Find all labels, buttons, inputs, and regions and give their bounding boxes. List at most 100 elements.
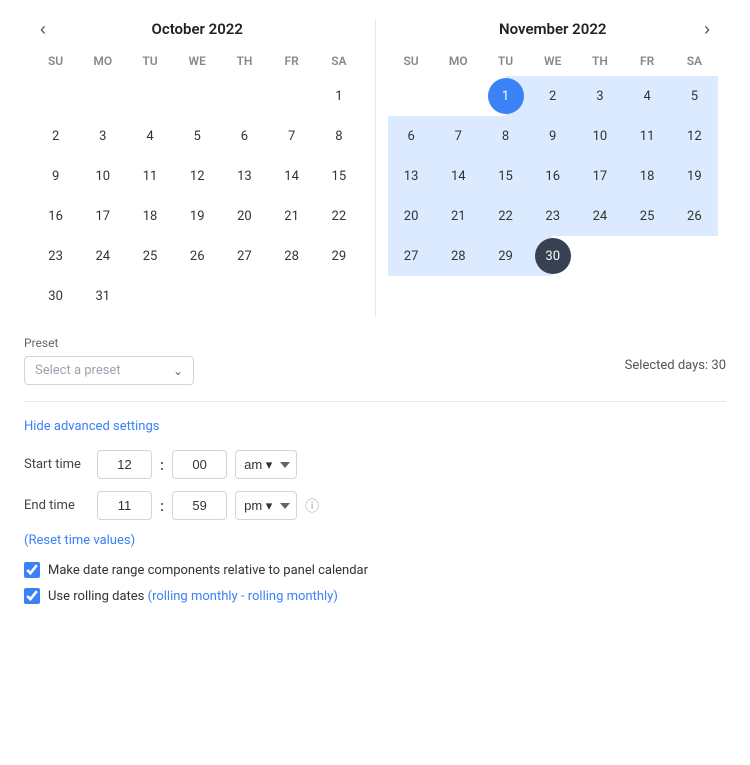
day-cell: 26 xyxy=(179,238,215,274)
day-cell: 28 xyxy=(274,238,310,274)
day-cell: 6 xyxy=(226,118,262,154)
in-range-cell: 12 xyxy=(671,118,718,154)
day-cell: 31 xyxy=(85,278,121,314)
in-range-cell: 4 xyxy=(624,78,671,114)
table-row[interactable]: 24 xyxy=(576,196,623,236)
table-row[interactable]: 27 xyxy=(388,236,435,276)
in-range-cell: 15 xyxy=(482,158,529,194)
table-row[interactable]: 1 xyxy=(315,76,362,116)
table-row[interactable]: 4 xyxy=(126,116,173,156)
table-row[interactable]: 6 xyxy=(221,116,268,156)
table-row[interactable]: 24 xyxy=(79,236,126,276)
table-row[interactable]: 13 xyxy=(388,156,435,196)
table-row[interactable]: 11 xyxy=(624,116,671,156)
preset-dropdown[interactable]: Select a preset ⌄ xyxy=(24,356,194,385)
day-cell: 9 xyxy=(38,158,74,194)
table-row[interactable]: 15 xyxy=(482,156,529,196)
table-row[interactable]: 16 xyxy=(529,156,576,196)
table-row[interactable]: 19 xyxy=(174,196,221,236)
preset-placeholder: Select a preset xyxy=(35,363,121,378)
table-row[interactable]: 20 xyxy=(388,196,435,236)
november-body: 1234567891011121314151617181920212223242… xyxy=(388,76,719,276)
table-row[interactable]: 16 xyxy=(32,196,79,236)
table-row[interactable]: 28 xyxy=(268,236,315,276)
in-range-cell: 22 xyxy=(482,198,529,234)
table-row[interactable]: 30 xyxy=(529,236,576,276)
table-row[interactable]: 4 xyxy=(624,76,671,116)
prev-month-button[interactable]: ‹ xyxy=(32,15,54,44)
table-row[interactable]: 6 xyxy=(388,116,435,156)
table-row[interactable]: 8 xyxy=(315,116,362,156)
table-row[interactable]: 28 xyxy=(435,236,482,276)
today-cell: 1 xyxy=(488,78,524,114)
start-period-select[interactable]: am ▾ pm ▾ xyxy=(235,450,297,479)
table-row[interactable]: 29 xyxy=(315,236,362,276)
october-header: ‹ October 2022 xyxy=(32,20,363,38)
start-minute-input[interactable] xyxy=(172,450,227,479)
table-row[interactable]: 7 xyxy=(435,116,482,156)
november-calendar: November 2022 › SU MO TU WE TH FR SA xyxy=(380,20,727,316)
table-row[interactable]: 22 xyxy=(315,196,362,236)
info-icon[interactable]: ⓘ xyxy=(305,496,319,516)
end-period-select[interactable]: am ▾ pm ▾ xyxy=(235,491,297,520)
day-header-tu: TU xyxy=(126,50,173,76)
table-row[interactable]: 3 xyxy=(576,76,623,116)
table-row[interactable]: 30 xyxy=(32,276,79,316)
next-month-button[interactable]: › xyxy=(696,15,718,44)
table-row[interactable]: 21 xyxy=(268,196,315,236)
november-title: November 2022 xyxy=(499,20,606,38)
table-row[interactable]: 19 xyxy=(671,156,718,196)
table-row[interactable]: 26 xyxy=(671,196,718,236)
table-row[interactable]: 5 xyxy=(671,76,718,116)
table-row[interactable]: 22 xyxy=(482,196,529,236)
table-row[interactable]: 18 xyxy=(126,196,173,236)
table-row[interactable]: 14 xyxy=(268,156,315,196)
table-row[interactable]: 23 xyxy=(529,196,576,236)
table-row[interactable]: 17 xyxy=(79,196,126,236)
end-minute-input[interactable] xyxy=(172,491,227,520)
table-row[interactable]: 21 xyxy=(435,196,482,236)
table-row xyxy=(221,76,268,116)
table-row[interactable]: 9 xyxy=(529,116,576,156)
table-row[interactable]: 12 xyxy=(671,116,718,156)
day-cell: 16 xyxy=(38,198,74,234)
end-hour-input[interactable] xyxy=(97,491,152,520)
table-row[interactable]: 20 xyxy=(221,196,268,236)
table-row[interactable]: 12 xyxy=(174,156,221,196)
day-cell: 24 xyxy=(85,238,121,274)
selected-end-cell: 30 xyxy=(535,238,571,274)
table-row[interactable]: 10 xyxy=(576,116,623,156)
reset-time-link[interactable]: (Reset time values) xyxy=(24,533,135,548)
start-time-row: Start time : am ▾ pm ▾ xyxy=(24,450,726,479)
table-row[interactable]: 5 xyxy=(174,116,221,156)
table-row[interactable]: 25 xyxy=(624,196,671,236)
table-row[interactable]: 14 xyxy=(435,156,482,196)
hide-advanced-settings-link[interactable]: Hide advanced settings xyxy=(24,419,159,434)
table-row[interactable]: 29 xyxy=(482,236,529,276)
relative-checkbox[interactable] xyxy=(24,562,40,578)
day-cell: 29 xyxy=(321,238,357,274)
table-row[interactable]: 17 xyxy=(576,156,623,196)
table-row[interactable]: 23 xyxy=(32,236,79,276)
rolling-checkbox[interactable] xyxy=(24,588,40,604)
table-row[interactable]: 10 xyxy=(79,156,126,196)
table-row[interactable]: 18 xyxy=(624,156,671,196)
table-row[interactable]: 11 xyxy=(126,156,173,196)
table-row[interactable]: 8 xyxy=(482,116,529,156)
table-row[interactable]: 31 xyxy=(79,276,126,316)
table-row[interactable]: 2 xyxy=(529,76,576,116)
end-time-row: End time : am ▾ pm ▾ ⓘ xyxy=(24,491,726,520)
table-row[interactable]: 25 xyxy=(126,236,173,276)
table-row[interactable]: 26 xyxy=(174,236,221,276)
table-row[interactable]: 9 xyxy=(32,156,79,196)
october-calendar: ‹ October 2022 SU MO TU WE TH FR SA xyxy=(24,20,371,316)
table-row[interactable]: 1 xyxy=(482,76,529,116)
table-row[interactable]: 7 xyxy=(268,116,315,156)
table-row[interactable]: 27 xyxy=(221,236,268,276)
start-hour-input[interactable] xyxy=(97,450,152,479)
table-row[interactable]: 2 xyxy=(32,116,79,156)
table-row[interactable]: 13 xyxy=(221,156,268,196)
table-row[interactable]: 15 xyxy=(315,156,362,196)
table-row[interactable]: 3 xyxy=(79,116,126,156)
in-range-cell: 10 xyxy=(576,118,623,154)
